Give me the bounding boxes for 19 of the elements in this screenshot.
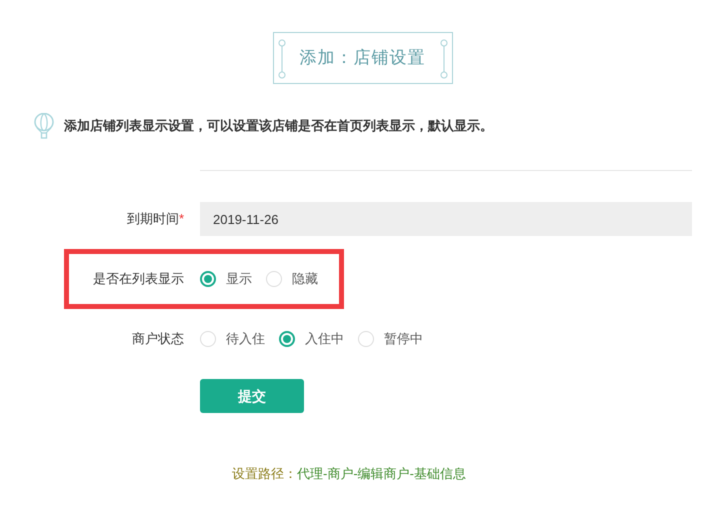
radio-option[interactable]: 隐藏 [266,269,318,289]
field-label: 是否在列表显示 [93,270,184,288]
required-mark: * [178,210,184,228]
radio-option[interactable]: 显示 [200,269,252,289]
balloon-icon [34,113,54,139]
tip-text: 添加店铺列表显示设置，可以设置该店铺是否在首页列表显示，默认显示。 [64,117,493,136]
rail-icon [440,39,448,79]
field-label: 商户状态 [132,330,184,348]
date-field[interactable]: 2019-11-26 [200,202,692,236]
radio-option[interactable]: 待入住 [200,329,265,349]
radio-option[interactable]: 入住中 [279,329,344,349]
radio-button[interactable] [279,331,295,347]
radio-option[interactable]: 暂停中 [358,329,423,349]
page-title: 添加：店铺设置 [300,47,426,70]
field-label: 到期时间 [126,210,179,228]
path-label: 设置路径： [232,465,297,483]
rail-icon [278,39,286,79]
radio-button[interactable] [200,271,216,287]
settings-path: 代理-商户-编辑商户-基础信息 [297,465,466,483]
